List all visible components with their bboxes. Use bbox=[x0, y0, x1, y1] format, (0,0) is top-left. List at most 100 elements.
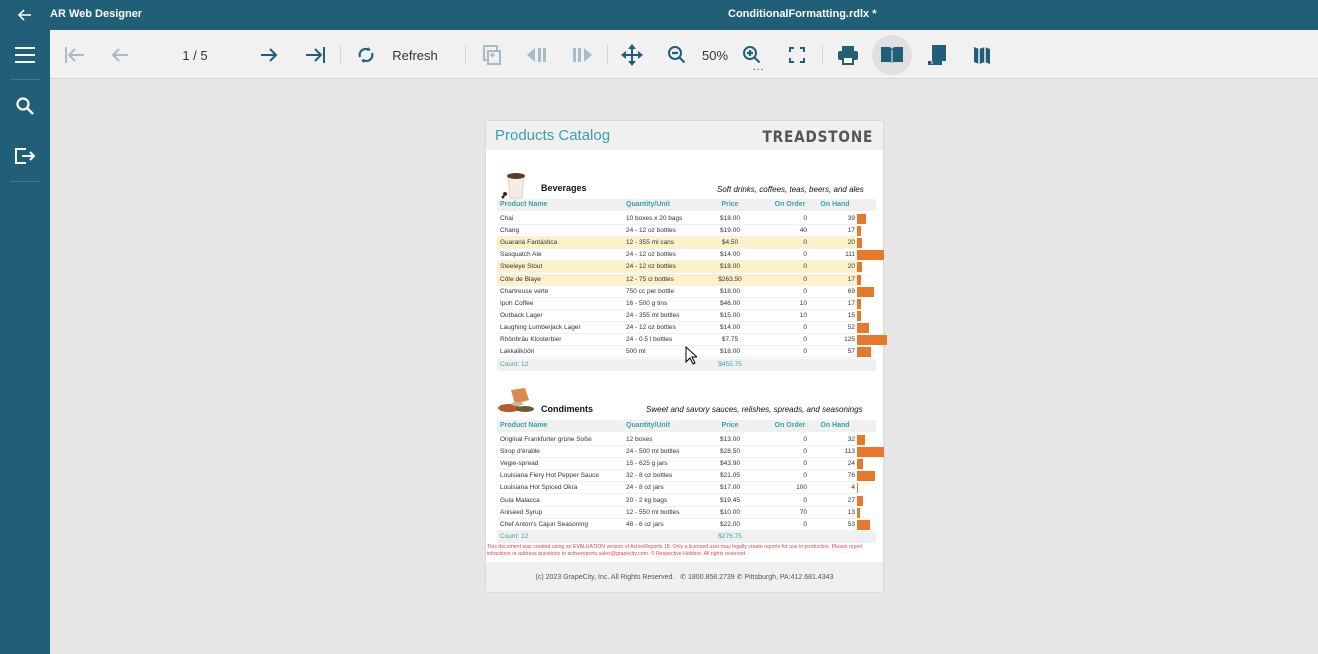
zoom-out-button[interactable] bbox=[665, 38, 689, 72]
footer-phone: 1800.858.2739 bbox=[687, 574, 735, 581]
table-row: Laughing Lumberjack Lager 24 - 12 oz bott… bbox=[497, 322, 870, 334]
full-screen-button[interactable] bbox=[785, 38, 809, 72]
report-header: Products Catalog TREADSTONE bbox=[486, 121, 883, 150]
history-forward-icon bbox=[573, 48, 592, 62]
table-header: Product Name Quantity/Unit Price On Orde… bbox=[497, 199, 876, 211]
previous-page-button[interactable] bbox=[108, 38, 132, 72]
on-order-cell: 0 bbox=[803, 436, 807, 443]
on-order-cell: 0 bbox=[803, 275, 807, 283]
refresh-icon-button[interactable] bbox=[354, 38, 378, 72]
mouse-cursor bbox=[685, 345, 699, 371]
on-hand-databar bbox=[857, 274, 862, 285]
quantity-unit-cell: 24 - 12 oz bottles bbox=[626, 263, 676, 271]
product-name-cell: Louisiana Fiery Hot Pepper Sauce bbox=[500, 472, 600, 480]
condiments-image bbox=[497, 386, 534, 418]
product-name-cell: Chartreuse verte bbox=[500, 287, 549, 295]
pan-mode-button[interactable] bbox=[620, 38, 644, 72]
zoom-out-icon bbox=[668, 46, 686, 64]
col-product-name: Product Name bbox=[500, 422, 548, 429]
product-name-cell: Rhönbräu Klosterbier bbox=[500, 336, 562, 343]
quantity-unit-cell: 24 - 8 oz jars bbox=[626, 484, 664, 492]
on-hand-cell: 17 bbox=[847, 227, 855, 235]
on-hand-databar bbox=[857, 250, 884, 261]
col-on-order: On Order bbox=[774, 201, 806, 208]
app-name: AR Web Designer bbox=[50, 8, 143, 20]
price-cell: $18.00 bbox=[720, 287, 740, 295]
next-page-button[interactable] bbox=[257, 38, 281, 72]
quantity-unit-cell: 24 - 355 ml bottles bbox=[626, 311, 680, 319]
sidebar bbox=[0, 30, 50, 654]
on-hand-cell: 76 bbox=[847, 472, 855, 480]
product-name-cell: Steeleye Stout bbox=[500, 263, 543, 271]
search-icon bbox=[16, 97, 34, 115]
price-cell: $18.00 bbox=[720, 263, 740, 271]
on-hand-cell: 32 bbox=[847, 436, 855, 443]
on-order-cell: 0 bbox=[803, 336, 807, 343]
continuous-mode-button[interactable] bbox=[925, 38, 949, 72]
toolbar-divider bbox=[607, 45, 608, 65]
book-open-icon bbox=[881, 47, 903, 64]
table-row: Côte de Blaye 12 - 75 cl bottles $263.50 0 1… bbox=[497, 273, 862, 286]
table-row: Louisiana Fiery Hot Pepper Sauce 32 - 8 o… bbox=[497, 470, 876, 483]
on-hand-cell: 24 bbox=[847, 460, 855, 468]
table-row: Gula Malacca 20 - 2 kg bags $19.45 0 27 bbox=[497, 495, 864, 507]
toolbar-divider bbox=[822, 45, 823, 65]
quantity-unit-cell: 12 boxes bbox=[626, 436, 653, 443]
product-name-cell: Guaraná Fantástica bbox=[500, 239, 558, 247]
quantity-unit-cell: 16 - 500 g tins bbox=[626, 299, 668, 307]
table-row: Chartreuse verte 750 cc per bottle $18.00 0… bbox=[497, 286, 874, 298]
page-number-input[interactable]: 1 / 5 bbox=[170, 38, 220, 72]
back-to-parent-button[interactable] bbox=[480, 38, 504, 72]
search-button[interactable] bbox=[0, 86, 50, 126]
quantity-unit-cell: 12 - 75 cl bottles bbox=[626, 275, 674, 283]
quantity-unit-cell: 24 - 0.5 l bottles bbox=[626, 336, 673, 343]
on-order-cell: 0 bbox=[803, 263, 807, 271]
on-hand-databar bbox=[857, 238, 862, 249]
quantity-unit-cell: 500 ml bbox=[626, 348, 646, 356]
history-forward-button[interactable] bbox=[570, 38, 594, 72]
refresh-button[interactable]: Refresh bbox=[390, 38, 440, 72]
back-arrow-icon[interactable] bbox=[16, 6, 34, 24]
quantity-unit-cell: 24 - 12 oz bottles bbox=[626, 227, 676, 235]
price-cell: $22.00 bbox=[720, 520, 740, 528]
phone-icon: ✆ bbox=[680, 574, 687, 581]
product-name-cell: Chai bbox=[500, 215, 514, 222]
quantity-unit-cell: 12 - 550 ml bottles bbox=[626, 508, 680, 516]
on-hand-databar bbox=[857, 322, 870, 333]
product-name-cell: Lakkalikööri bbox=[500, 348, 535, 356]
price-cell: $18.00 bbox=[720, 215, 740, 222]
price-cell: $14.00 bbox=[720, 251, 740, 259]
table-row: Sirop d'érable 24 - 500 ml bottles $28.50 0… bbox=[497, 446, 885, 459]
product-name-cell: Sirop d'érable bbox=[500, 448, 540, 456]
on-hand-databar bbox=[857, 335, 887, 345]
last-page-button[interactable] bbox=[302, 38, 328, 72]
menu-button[interactable] bbox=[0, 35, 50, 75]
price-cell: $7.75 bbox=[721, 336, 739, 343]
viewer-toolbar: 1 / 5 Refresh 50% ... bbox=[50, 30, 1318, 79]
category-name: Beverages bbox=[541, 183, 587, 193]
group-count: Count: 12 bbox=[500, 533, 529, 540]
report-title: Products Catalog bbox=[495, 127, 611, 144]
first-page-button[interactable] bbox=[62, 38, 88, 72]
zoom-level[interactable]: 50% bbox=[698, 38, 732, 72]
galley-mode-button[interactable] bbox=[880, 38, 904, 72]
print-button[interactable] bbox=[836, 38, 860, 72]
col-price: Price bbox=[721, 422, 739, 429]
on-hand-cell: 113 bbox=[844, 448, 855, 456]
export-button[interactable] bbox=[0, 136, 50, 176]
price-cell: $13.00 bbox=[720, 436, 740, 443]
sidebar-divider bbox=[10, 79, 40, 80]
zoom-in-button[interactable] bbox=[740, 38, 764, 72]
on-hand-cell: 13 bbox=[847, 508, 855, 516]
price-cell: $14.00 bbox=[720, 323, 740, 331]
col-quantity-unit: Quantity/Unit bbox=[626, 422, 670, 429]
category-name: Condiments bbox=[541, 404, 594, 414]
quantity-unit-cell: 24 - 12 oz bottles bbox=[626, 251, 676, 259]
on-order-cell: 10 bbox=[799, 299, 807, 307]
map-view-button[interactable] bbox=[970, 38, 994, 72]
table-row: Chai 10 boxes x 20 bags $18.00 0 39 bbox=[497, 213, 867, 225]
history-back-button[interactable] bbox=[525, 38, 549, 72]
quantity-unit-cell: 32 - 8 oz bottles bbox=[626, 472, 673, 480]
col-price: Price bbox=[721, 201, 739, 208]
arrow-left-icon bbox=[111, 48, 128, 62]
